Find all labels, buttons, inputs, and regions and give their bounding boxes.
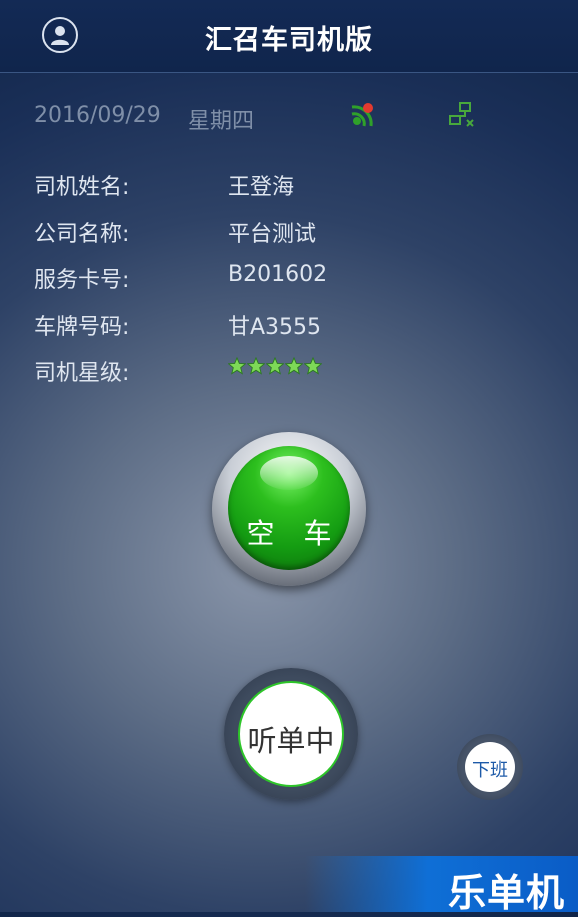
plate-number-label: 车牌号码: xyxy=(34,315,130,340)
service-card-label: 服务卡号: xyxy=(34,268,130,293)
plate-number-value: 甘A3555 xyxy=(228,315,322,340)
vacant-status-label: 空 车 xyxy=(246,517,342,550)
driver-name-value: 王登海 xyxy=(228,175,295,200)
gps-signal-icon xyxy=(351,103,373,127)
off-duty-button-face: 下班 xyxy=(465,742,515,792)
page-title: 汇召车司机版 xyxy=(205,25,373,56)
company-name-label: 公司名称: xyxy=(34,222,130,247)
button-gloss xyxy=(260,456,318,490)
driver-name-label: 司机姓名: xyxy=(34,175,130,200)
star-rating xyxy=(228,357,322,375)
off-duty-button[interactable]: 下班 xyxy=(457,734,523,800)
star-icon xyxy=(247,357,265,375)
listening-label: 听单中 xyxy=(247,724,335,758)
off-duty-label: 下班 xyxy=(472,760,508,781)
star-icon xyxy=(228,357,246,375)
service-card-value: B201602 xyxy=(228,262,328,287)
star-icon xyxy=(304,357,322,375)
network-icon xyxy=(449,102,474,127)
watermark-logo: 乐单机 xyxy=(448,871,566,915)
listening-button-face: 听单中 xyxy=(238,681,344,787)
listening-button[interactable]: 听单中 xyxy=(224,668,358,800)
date-text: 2016/09/29 xyxy=(34,103,161,128)
company-name-value: 平台测试 xyxy=(228,222,317,247)
star-icon xyxy=(266,357,284,375)
weekday-text: 星期四 xyxy=(188,109,255,134)
vacant-status-button[interactable]: 空 车 xyxy=(212,432,366,586)
star-icon xyxy=(285,357,303,375)
app-header: 汇召车司机版 xyxy=(0,0,578,73)
driver-rating-label: 司机星级: xyxy=(34,361,130,386)
